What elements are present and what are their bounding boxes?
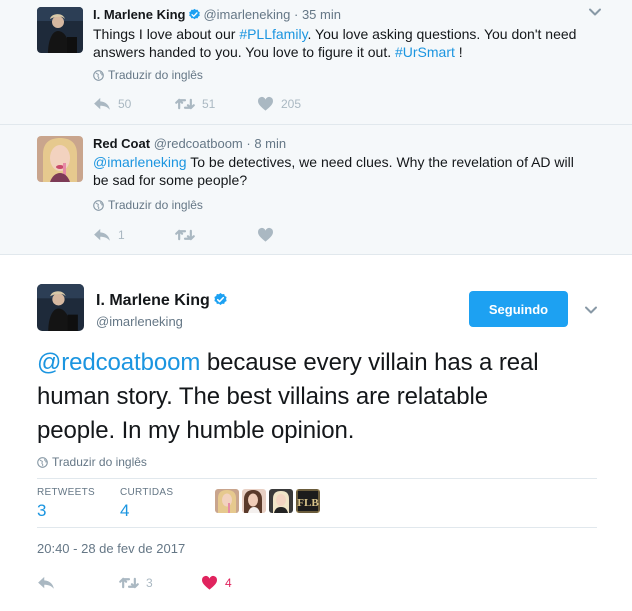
- chevron-down-icon[interactable]: [584, 305, 598, 315]
- hashtag-link[interactable]: #PLLfamily: [239, 26, 307, 42]
- tweet-imarleneking-1[interactable]: I. Marlene King @imarleneking · 35 min Th…: [0, 0, 632, 125]
- translate-link[interactable]: Traduzir do inglês: [37, 455, 147, 469]
- avatar[interactable]: [37, 7, 83, 53]
- like-count: 4: [225, 575, 232, 590]
- like-button[interactable]: [257, 227, 274, 242]
- tweet-time[interactable]: · 8 min: [246, 136, 286, 151]
- tweet-text: Things I love about our #PLLfamily. You …: [93, 26, 577, 60]
- reply-button[interactable]: [37, 576, 119, 590]
- reply-icon: [93, 97, 111, 111]
- translate-label: Traduzir do inglês: [52, 455, 147, 469]
- retweet-button[interactable]: [175, 228, 257, 242]
- likes-stat[interactable]: CURTIDAS 4: [120, 487, 173, 521]
- divider: [37, 478, 597, 479]
- tweet-text: @imarleneking To be detectives, we need …: [93, 154, 574, 188]
- author-name[interactable]: Red Coat: [93, 136, 150, 151]
- likes-label: CURTIDAS: [120, 487, 174, 498]
- mention-link[interactable]: @redcoatboom: [37, 349, 200, 376]
- tweet-timestamp[interactable]: 20:40 - 28 de fev de 2017: [37, 541, 185, 556]
- heart-icon: [257, 227, 274, 242]
- reply-icon: [37, 576, 55, 590]
- heart-icon: [201, 575, 218, 590]
- heart-icon: [257, 96, 274, 111]
- tweet-actions: 3 4: [37, 575, 232, 590]
- tweet-text: @redcoatboom because every villain has a…: [37, 349, 539, 444]
- tweet-time[interactable]: · 35 min: [294, 7, 341, 22]
- liker-badge-text: FLB: [297, 497, 319, 509]
- like-count: 205: [281, 96, 302, 111]
- mention-link[interactable]: @imarleneking: [93, 154, 187, 170]
- liker-avatar[interactable]: [215, 489, 239, 513]
- globe-icon: [93, 70, 104, 81]
- following-button[interactable]: Seguindo: [469, 291, 568, 327]
- translate-link[interactable]: Traduzir do inglês: [93, 68, 203, 82]
- retweet-icon: [175, 228, 195, 242]
- like-button[interactable]: 205: [257, 96, 301, 111]
- retweet-button[interactable]: 51: [175, 97, 257, 111]
- retweet-count: 51: [202, 96, 216, 111]
- author-name[interactable]: I. Marlene King: [93, 7, 185, 22]
- avatar[interactable]: [37, 284, 84, 331]
- retweets-stat[interactable]: RETWEETS 3: [37, 487, 95, 521]
- tweet-actions: 50 51 205: [93, 96, 301, 111]
- tweet-actions: 1: [93, 227, 274, 242]
- retweets-value: 3: [37, 501, 47, 520]
- reply-button[interactable]: 50: [93, 97, 175, 111]
- retweet-count: 3: [146, 575, 153, 590]
- translate-link[interactable]: Traduzir do inglês: [93, 198, 203, 212]
- liker-avatar[interactable]: FLB: [296, 489, 320, 513]
- reply-button[interactable]: 1: [93, 228, 175, 242]
- reply-count: 50: [118, 96, 132, 111]
- divider: [37, 527, 597, 528]
- tweet-redcoatboom[interactable]: Red Coat @redcoatboom · 8 min @imarlenek…: [0, 125, 632, 255]
- globe-icon: [37, 457, 48, 468]
- translate-label: Traduzir do inglês: [108, 68, 203, 82]
- likes-value: 4: [120, 501, 130, 520]
- reply-icon: [93, 228, 111, 242]
- translate-label: Traduzir do inglês: [108, 198, 203, 212]
- verified-badge-icon: [213, 292, 228, 307]
- author-handle[interactable]: @imarleneking: [96, 314, 183, 329]
- tweet-header: I. Marlene King @imarleneking · 35 min: [93, 7, 341, 22]
- reply-count: 1: [118, 227, 125, 242]
- liker-avatar[interactable]: [269, 489, 293, 513]
- verified-badge-icon: [188, 8, 201, 21]
- liker-avatars: FLB: [215, 489, 320, 513]
- avatar[interactable]: [37, 136, 83, 182]
- tweet-header: Red Coat @redcoatboom · 8 min: [93, 136, 286, 151]
- permalink-tweet: I. Marlene King @imarleneking Seguindo @…: [0, 256, 632, 611]
- retweet-icon: [119, 576, 139, 590]
- like-button[interactable]: 4: [201, 575, 232, 590]
- author-handle[interactable]: @redcoatboom: [154, 136, 243, 151]
- liker-avatar[interactable]: [242, 489, 266, 513]
- hashtag-link[interactable]: #UrSmart: [395, 44, 455, 60]
- retweets-label: RETWEETS: [37, 487, 95, 498]
- retweet-button[interactable]: 3: [119, 576, 201, 590]
- author-name[interactable]: I. Marlene King: [96, 292, 230, 310]
- retweet-icon: [175, 97, 195, 111]
- author-handle[interactable]: @imarleneking: [203, 7, 290, 22]
- chevron-down-icon[interactable]: [588, 7, 602, 17]
- globe-icon: [93, 200, 104, 211]
